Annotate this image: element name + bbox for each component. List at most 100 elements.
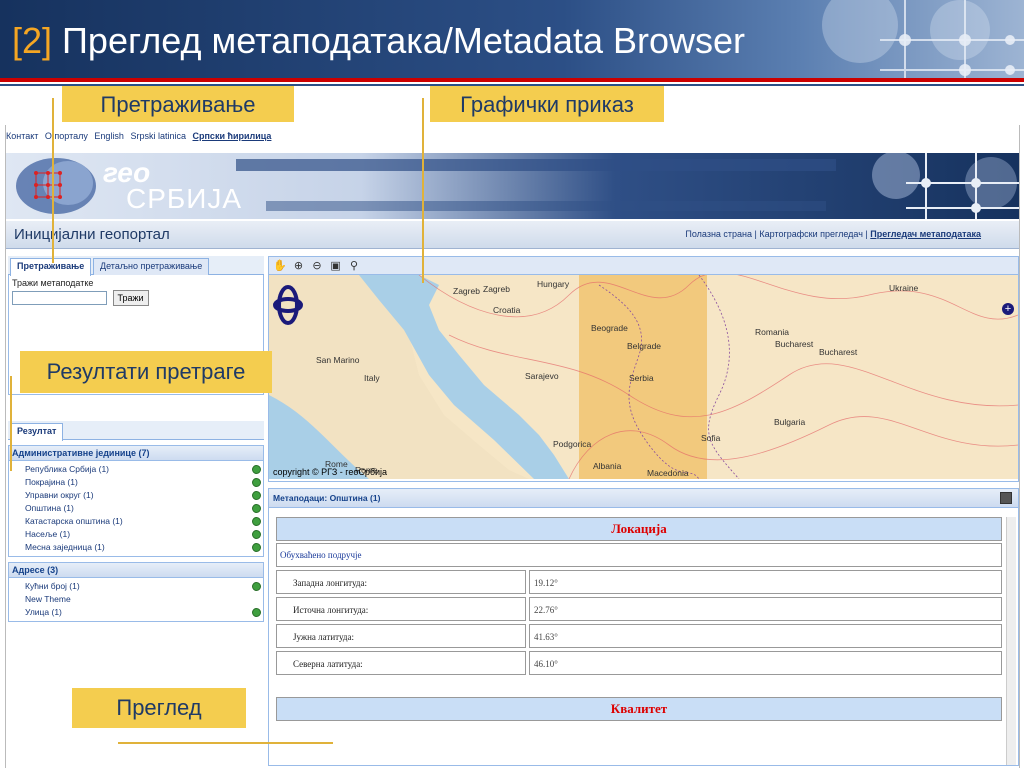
list-item[interactable]: Управни округ (1) (9, 489, 263, 502)
list-item[interactable]: Катастарска општина (1) (9, 515, 263, 528)
map-copyright: copyright © РГЗ - геоСрбија (273, 467, 388, 477)
add-icon[interactable] (252, 504, 261, 513)
section-quality-title: Квалитет (276, 697, 1002, 721)
pan-hand-icon[interactable]: ✋ (273, 259, 287, 273)
map-label: Zagreb (483, 284, 510, 294)
layer-add-icon[interactable]: + (1002, 303, 1014, 315)
header-rule (0, 78, 1024, 82)
list-item[interactable]: Насеље (1) (9, 528, 263, 541)
group-header-admin-units[interactable]: Административне јединице (7) (8, 445, 264, 461)
list-item[interactable]: New Theme (9, 593, 263, 606)
list-item[interactable]: Месна заједница (1) (9, 541, 263, 554)
save-icon[interactable] (1000, 492, 1012, 504)
table-row: Источна лонгитуда: 22.76° (276, 597, 1002, 621)
zoom-extent-icon[interactable]: ▣ (329, 259, 343, 273)
map-label: Macedonia (647, 468, 689, 478)
pan-control-icon[interactable] (273, 283, 307, 327)
slide-title-text: Преглед метаподатака/Metadata Browser (62, 20, 745, 61)
map-label: Italy (364, 373, 380, 383)
metadata-panel: Метаподаци: Општина (1) Локација Обухваћ… (268, 488, 1019, 766)
list-item[interactable]: Кућни број (1) (9, 580, 263, 593)
search-label: Тражи метаподатке (12, 278, 94, 288)
portal-links: Полазна страна | Картографски прегледач … (685, 229, 981, 239)
map-label: Bulgaria (774, 417, 806, 427)
map-label: Hungary (537, 279, 570, 289)
callout-line (10, 376, 12, 471)
add-icon[interactable] (252, 608, 261, 617)
callout-search: Претраживање (62, 86, 294, 122)
list-item[interactable]: Покрајина (1) (9, 476, 263, 489)
callout-review: Преглед (72, 688, 246, 728)
slide-title: [2] Преглед метаподатака/Metadata Browse… (12, 20, 745, 62)
add-icon[interactable] (252, 530, 261, 539)
group-list-admin-units: Република Србија (1) Покрајина (1) Управ… (8, 461, 264, 557)
map-label: Romania (755, 327, 790, 337)
search-tabs: Претраживање Детаљно претраживање (8, 256, 264, 276)
map-label: Croatia (493, 305, 521, 315)
callout-line (118, 742, 333, 744)
metadata-body: Локација Обухваћено подручје Западна лон… (276, 517, 1002, 765)
binoculars-icon[interactable]: ⚲ (347, 259, 361, 273)
zoom-in-icon[interactable]: ⊕ (292, 259, 306, 273)
table-row: Северна латитуда: 46.10° (276, 651, 1002, 675)
map-canvas[interactable]: Hungary Zagreb Zagreb Ukraine Croatia Be… (269, 275, 1018, 479)
map-label: San Marino (316, 355, 360, 365)
callout-results: Резултати претраге (20, 351, 272, 393)
slide: [2] Преглед метаподатака/Metadata Browse… (0, 0, 1024, 768)
tab-advanced-search[interactable]: Детаљно претраживање (93, 258, 210, 275)
map-label: Serbia (629, 373, 654, 383)
tab-search[interactable]: Претраживање (10, 258, 92, 276)
add-icon[interactable] (252, 491, 261, 500)
link-home[interactable]: Полазна страна (685, 229, 752, 239)
metadata-header-title: Метаподаци: Општина (1) (273, 493, 381, 503)
add-icon[interactable] (252, 517, 261, 526)
section-location-title: Локација (276, 517, 1002, 541)
result-tabs: Резултат (8, 421, 264, 441)
metadata-header: Метаподаци: Општина (1) (269, 489, 1018, 508)
group-list-addresses: Кућни број (1) New Theme Улица (1) (8, 578, 264, 622)
map-label: Bucharest (775, 339, 814, 349)
add-icon[interactable] (252, 478, 261, 487)
search-button[interactable]: Тражи (112, 290, 149, 306)
map-label: Bucharest (819, 347, 858, 357)
callout-map: Графички приказ (430, 86, 664, 122)
nav-contact[interactable]: Контакт (6, 131, 38, 141)
map-panel: ✋ ⊕ ⊖ ▣ ⚲ Hungary Zagreb Zagreb Ukraine … (268, 256, 1019, 482)
list-item[interactable]: Општина (1) (9, 502, 263, 515)
search-input[interactable] (12, 291, 107, 305)
map-label: Sofia (701, 433, 721, 443)
map-label: Belgrade (627, 341, 662, 351)
banner: гео СРБИЈА (6, 153, 1019, 219)
metadata-scrollbar[interactable] (1006, 517, 1016, 765)
list-item[interactable]: Република Србија (1) (9, 463, 263, 476)
add-icon[interactable] (252, 465, 261, 474)
group-header-addresses[interactable]: Адресе (3) (8, 562, 264, 578)
table-row: Јужна латитуда: 41.63° (276, 624, 1002, 648)
portal-title-bar: Иницијални геопортал Полазна страна | Ка… (6, 221, 1019, 249)
map-label: Albania (593, 461, 622, 471)
geoportal-window: Контакт О порталу English Srpski latinic… (5, 125, 1020, 768)
callout-line (52, 98, 54, 263)
callout-line (422, 98, 424, 283)
link-metadata-browser[interactable]: Прегледач метаподатака (870, 229, 981, 239)
list-item[interactable]: Улица (1) (9, 606, 263, 619)
map-label: Zagreb (453, 286, 480, 296)
slide-number: [2] (12, 20, 53, 61)
map-label: Sarajevo (525, 371, 559, 381)
map-label: Beograde (591, 323, 628, 333)
top-navigation: Контакт О порталу English Srpski latinic… (6, 131, 275, 145)
nav-cyrillic[interactable]: Српски ћирилица (193, 131, 272, 141)
nav-english[interactable]: English (94, 131, 124, 141)
coverage-area-label: Обухваћено подручје (276, 543, 1002, 567)
link-map-viewer[interactable]: Картографски прегледач (759, 229, 863, 239)
add-icon[interactable] (252, 582, 261, 591)
map-label: Ukraine (889, 283, 919, 293)
portal-title: Иницијални геопортал (14, 226, 170, 243)
add-icon[interactable] (252, 543, 261, 552)
zoom-out-icon[interactable]: ⊖ (310, 259, 324, 273)
map-label: Podgorica (553, 439, 592, 449)
tab-result[interactable]: Резултат (10, 423, 64, 441)
slide-header: [2] Преглед метаподатака/Metadata Browse… (0, 0, 1024, 80)
nav-latin[interactable]: Srpski latinica (130, 131, 186, 141)
logo-srbija: СРБИЈА (126, 183, 243, 214)
